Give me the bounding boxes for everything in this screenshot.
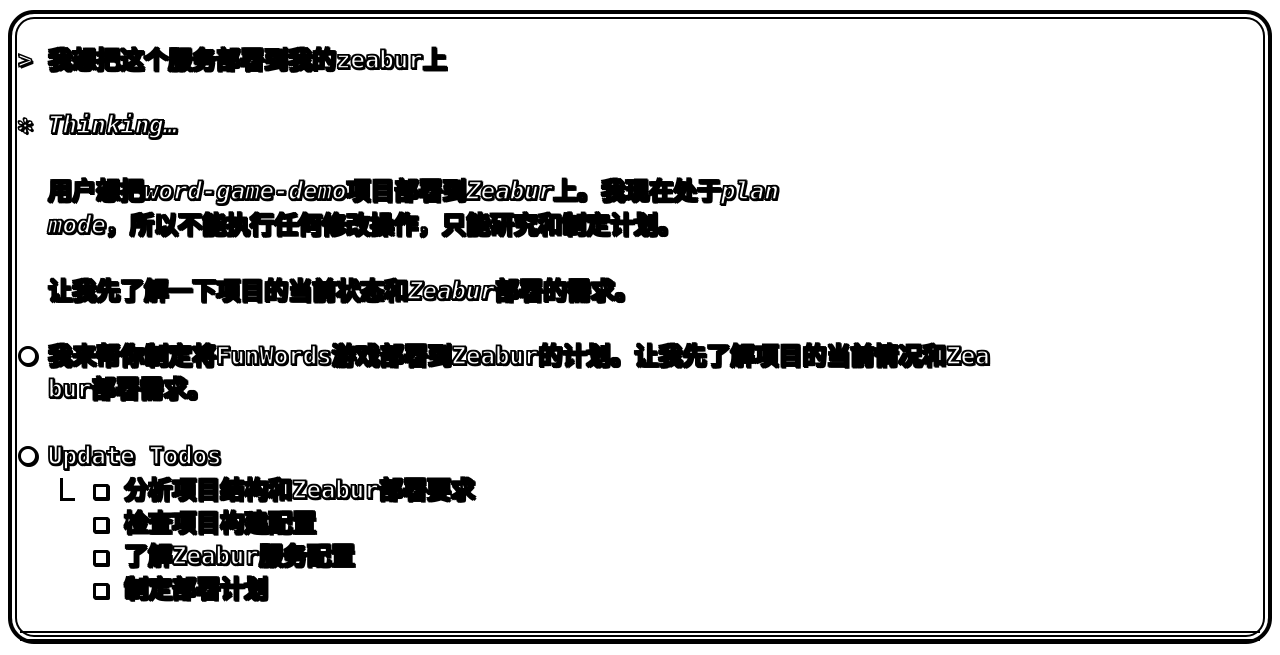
todo-item: 分析项目结构和Zeabur部署要求 bbox=[123, 475, 475, 504]
thinking-text: 让我先了解一下项目的当前状态和 bbox=[47, 276, 408, 305]
todo-checkbox-icon bbox=[93, 583, 109, 599]
user-prompt-text: 我想把这个服务部署到我的zeabur上 bbox=[47, 45, 447, 74]
mode-name: plan bbox=[720, 176, 779, 205]
bottom-divider bbox=[20, 631, 1260, 641]
assistant-message-line-1: 我来帮你制定将FunWords游戏部署到Zeabur的计划。让我先了解项目的当前… bbox=[47, 341, 990, 370]
project-name: word-game-demo bbox=[143, 176, 347, 205]
thinking-text: ，所以不能执行任何修改操作，只能研究和制定计划。 bbox=[105, 210, 682, 239]
thinking-text: 上。我现在处于 bbox=[552, 176, 721, 205]
thinking-paragraph-1-line-2: mode，所以不能执行任何修改操作，只能研究和制定计划。 bbox=[47, 210, 682, 240]
thinking-paragraph-2: 让我先了解一下项目的当前状态和Zeabur部署的需求。 bbox=[47, 276, 639, 306]
todo-checkbox-icon bbox=[93, 517, 109, 533]
todo-item: 了解Zeabur服务配置 bbox=[123, 541, 355, 570]
prompt-chevron-icon: > bbox=[17, 45, 33, 74]
todo-checkbox-icon bbox=[93, 550, 109, 566]
todos-title: Update Todos bbox=[47, 441, 222, 470]
thinking-text: 项目部署到 bbox=[346, 176, 467, 205]
mode-name: mode bbox=[47, 210, 106, 239]
assistant-message-line-2: bur部署需求。 bbox=[47, 374, 212, 403]
thinking-text: 部署的需求。 bbox=[494, 276, 639, 305]
thinking-text: 用户想把 bbox=[47, 176, 144, 205]
platform-name: Zeabur bbox=[407, 276, 495, 305]
tree-branch-icon bbox=[60, 478, 75, 501]
thinking-label: Thinking… bbox=[47, 110, 179, 139]
message-bullet-icon bbox=[18, 346, 38, 366]
thinking-asterisk-icon: ✻ bbox=[17, 110, 33, 139]
todo-item: 制定部署计划 bbox=[123, 574, 268, 603]
todo-item: 检查项目构建配置 bbox=[123, 508, 316, 537]
thinking-paragraph-1-line-1: 用户想把word-game-demo项目部署到Zeabur上。我现在处于plan bbox=[47, 176, 779, 206]
todos-bullet-icon bbox=[18, 446, 38, 466]
platform-name: Zeabur bbox=[466, 176, 554, 205]
todo-checkbox-icon bbox=[93, 484, 109, 500]
